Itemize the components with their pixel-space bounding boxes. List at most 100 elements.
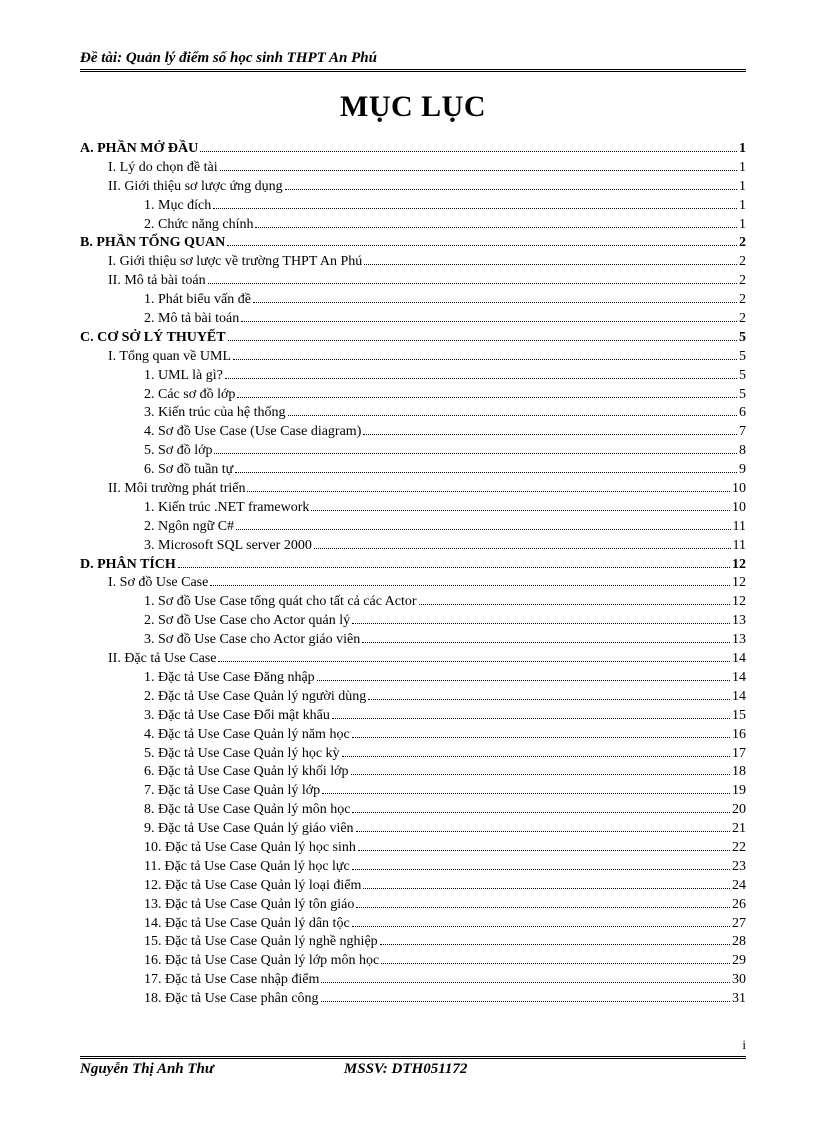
toc-entry-label: 2. Các sơ đồ lớp bbox=[144, 386, 235, 405]
toc-entry-page: 14 bbox=[732, 650, 746, 669]
toc-leader bbox=[236, 529, 730, 530]
toc-entry: 10. Đặc tả Use Case Quản lý học sinh 22 bbox=[80, 839, 746, 858]
toc-entry: II. Môi trường phát triển 10 bbox=[80, 480, 746, 499]
toc-entry-page: 16 bbox=[732, 726, 746, 745]
toc-entry-label: C. CƠ SỞ LÝ THUYẾT bbox=[80, 329, 226, 348]
toc-leader bbox=[228, 340, 737, 341]
toc-entry-page: 5 bbox=[739, 367, 746, 386]
toc-entry: D. PHÂN TÍCH 12 bbox=[80, 556, 746, 575]
toc-entry-page: 27 bbox=[732, 915, 746, 934]
toc-leader bbox=[352, 737, 730, 738]
toc-entry: I. Tổng quan về UML 5 bbox=[80, 348, 746, 367]
toc-entry-page: 20 bbox=[732, 801, 746, 820]
toc-entry-label: 17. Đặc tả Use Case nhập điểm bbox=[144, 971, 319, 990]
toc-entry-page: 13 bbox=[732, 612, 746, 631]
toc-entry-label: 12. Đặc tả Use Case Quản lý loại điểm bbox=[144, 877, 361, 896]
toc-entry-page: 5 bbox=[739, 386, 746, 405]
toc-leader bbox=[288, 415, 737, 416]
toc-leader bbox=[364, 264, 737, 265]
toc-entry-page: 6 bbox=[739, 404, 746, 423]
toc-leader bbox=[352, 812, 730, 813]
toc-leader bbox=[225, 378, 737, 379]
toc-entry: 2. Chức năng chính 1 bbox=[80, 216, 746, 235]
toc-leader bbox=[220, 170, 737, 171]
toc-entry-page: 12 bbox=[732, 556, 746, 575]
toc-entry: 6. Đặc tả Use Case Quản lý khối lớp 18 bbox=[80, 763, 746, 782]
toc-entry-label: 14. Đặc tả Use Case Quản lý dân tộc bbox=[144, 915, 350, 934]
header-title: Đề tài: Quản lý điểm số học sinh THPT An… bbox=[80, 50, 746, 67]
toc-leader bbox=[363, 434, 737, 435]
toc-entry-page: 29 bbox=[732, 952, 746, 971]
toc-entry-page: 2 bbox=[739, 310, 746, 329]
toc-entry-label: 11. Đặc tả Use Case Quản lý học lực bbox=[144, 858, 350, 877]
toc-leader bbox=[356, 831, 730, 832]
toc-entry: 3. Sơ đồ Use Case cho Actor giáo viên 13 bbox=[80, 631, 746, 650]
toc-entry-page: 11 bbox=[733, 518, 746, 537]
toc-entry: 4. Sơ đồ Use Case (Use Case diagram) 7 bbox=[80, 423, 746, 442]
toc-leader bbox=[321, 982, 730, 983]
toc-leader bbox=[351, 774, 730, 775]
toc-entry: 1. Phát biểu vấn đề 2 bbox=[80, 291, 746, 310]
toc-leader bbox=[352, 869, 730, 870]
toc-entry-label: II. Môi trường phát triển bbox=[108, 480, 245, 499]
toc-entry-label: D. PHÂN TÍCH bbox=[80, 556, 176, 575]
toc-entry: 2. Các sơ đồ lớp 5 bbox=[80, 386, 746, 405]
table-of-contents: A. PHẦN MỞ ĐẦU 1I. Lý do chọn đề tài 1II… bbox=[80, 140, 746, 1009]
toc-entry-label: 16. Đặc tả Use Case Quản lý lớp môn học bbox=[144, 952, 379, 971]
toc-entry-page: 17 bbox=[732, 745, 746, 764]
toc-entry-label: 2. Chức năng chính bbox=[144, 216, 253, 235]
toc-leader bbox=[368, 699, 730, 700]
toc-entry: 2. Sơ đồ Use Case cho Actor quản lý 13 bbox=[80, 612, 746, 631]
footer-mssv: MSSV: DTH051172 bbox=[344, 1061, 468, 1078]
toc-leader bbox=[213, 208, 737, 209]
toc-entry: 2. Mô tả bài toán 2 bbox=[80, 310, 746, 329]
toc-entry: 6. Sơ đồ tuần tự 9 bbox=[80, 461, 746, 480]
toc-entry-page: 28 bbox=[732, 933, 746, 952]
toc-leader bbox=[322, 793, 730, 794]
footer-rule bbox=[80, 1056, 746, 1059]
toc-entry-page: 30 bbox=[732, 971, 746, 990]
toc-entry-page: 12 bbox=[732, 574, 746, 593]
toc-entry-label: I. Tổng quan về UML bbox=[108, 348, 231, 367]
toc-entry: 5. Đặc tả Use Case Quản lý học kỳ 17 bbox=[80, 745, 746, 764]
toc-entry-label: 3. Đặc tả Use Case Đổi mật khẩu bbox=[144, 707, 330, 726]
toc-entry: 3. Kiến trúc của hệ thống 6 bbox=[80, 404, 746, 423]
toc-entry: 18. Đặc tả Use Case phân công 31 bbox=[80, 990, 746, 1009]
toc-leader bbox=[247, 491, 730, 492]
toc-entry-label: I. Lý do chọn đề tài bbox=[108, 159, 218, 178]
toc-leader bbox=[317, 680, 730, 681]
toc-entry-page: 24 bbox=[732, 877, 746, 896]
toc-leader bbox=[227, 245, 737, 246]
toc-entry-label: II. Giới thiệu sơ lược ứng dụng bbox=[108, 178, 283, 197]
toc-entry-page: 15 bbox=[732, 707, 746, 726]
footer-author: Nguyễn Thị Anh Thư bbox=[80, 1061, 214, 1078]
toc-leader bbox=[363, 888, 730, 889]
toc-leader bbox=[200, 151, 737, 152]
toc-entry-label: B. PHẦN TỔNG QUAN bbox=[80, 234, 225, 253]
toc-leader bbox=[332, 718, 730, 719]
toc-entry: B. PHẦN TỔNG QUAN 2 bbox=[80, 234, 746, 253]
toc-leader bbox=[311, 510, 730, 511]
toc-entry: 3. Microsoft SQL server 2000 11 bbox=[80, 537, 746, 556]
toc-entry: 1. Kiến trúc .NET framework 10 bbox=[80, 499, 746, 518]
toc-entry-label: 5. Đặc tả Use Case Quản lý học kỳ bbox=[144, 745, 340, 764]
toc-entry-label: 3. Microsoft SQL server 2000 bbox=[144, 537, 312, 556]
toc-entry-page: 10 bbox=[732, 480, 746, 499]
toc-entry-label: 3. Kiến trúc của hệ thống bbox=[144, 404, 286, 423]
toc-entry: II. Mô tả bài toán 2 bbox=[80, 272, 746, 291]
toc-leader bbox=[285, 189, 737, 190]
toc-leader bbox=[342, 756, 730, 757]
toc-entry-page: 1 bbox=[739, 178, 746, 197]
page-number: i bbox=[742, 1037, 746, 1053]
toc-entry-page: 5 bbox=[739, 348, 746, 367]
toc-entry: 1. Sơ đồ Use Case tổng quát cho tất cả c… bbox=[80, 593, 746, 612]
toc-entry: II. Giới thiệu sơ lược ứng dụng 1 bbox=[80, 178, 746, 197]
main-title: MỤC LỤC bbox=[80, 90, 746, 124]
toc-leader bbox=[241, 321, 737, 322]
toc-entry-label: I. Sơ đồ Use Case bbox=[108, 574, 208, 593]
toc-entry-label: 7. Đặc tả Use Case Quản lý lớp bbox=[144, 782, 320, 801]
toc-entry-label: 13. Đặc tả Use Case Quản lý tôn giáo bbox=[144, 896, 354, 915]
toc-entry-page: 21 bbox=[732, 820, 746, 839]
toc-entry-label: 6. Sơ đồ tuần tự bbox=[144, 461, 233, 480]
toc-entry: 4. Đặc tả Use Case Quản lý năm học 16 bbox=[80, 726, 746, 745]
